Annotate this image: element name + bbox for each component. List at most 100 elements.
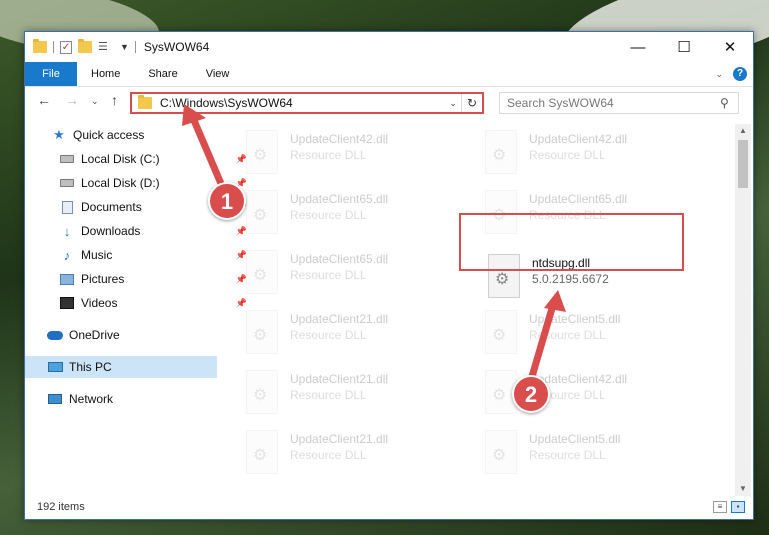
onedrive-icon <box>47 328 63 342</box>
sidebar-item-label: Documents <box>81 200 142 214</box>
list-item[interactable]: ⚙ UpdateClient65.dll Resource DLL <box>246 190 476 244</box>
file-description: Resource DLL <box>290 208 367 222</box>
drive-icon <box>59 152 75 166</box>
file-name: UpdateClient65.dll <box>290 192 389 206</box>
details-view-icon[interactable]: ≡ <box>713 501 727 513</box>
list-item[interactable]: ⚙ UpdateClient5.dll Resource DLL <box>485 310 715 364</box>
tab-home[interactable]: Home <box>77 62 134 86</box>
step-2-callout: 2 <box>512 375 550 413</box>
file-description: Resource DLL <box>290 268 367 282</box>
new-folder-icon[interactable] <box>78 39 92 53</box>
minimize-button[interactable]: — <box>615 32 661 62</box>
forward-arrow-icon[interactable]: → <box>65 92 79 108</box>
properties-check-icon[interactable]: ✓ <box>60 40 72 54</box>
maximize-button[interactable]: ☐ <box>661 32 707 62</box>
highlight-box-ntdsupg <box>459 213 684 271</box>
videos-icon <box>59 296 75 310</box>
help-icon[interactable]: ? <box>733 67 747 81</box>
view-options-icon[interactable]: ☰ <box>98 41 114 53</box>
folder-icon <box>33 39 47 53</box>
separator <box>134 41 136 53</box>
customize-dropdown-icon[interactable]: ▼ <box>120 42 129 52</box>
star-icon: ★ <box>53 127 65 142</box>
scroll-down-icon[interactable]: ▼ <box>735 482 751 496</box>
file-name: UpdateClient21.dll <box>290 372 389 386</box>
sidebar-item-network[interactable]: Network <box>25 388 239 410</box>
separator <box>53 41 54 53</box>
status-bar: 192 items ≡ ▪ <box>25 495 753 519</box>
list-item[interactable]: ⚙ UpdateClient42.dll Resource DLL <box>246 130 476 184</box>
sidebar-item-quick-access[interactable]: ★ Quick access <box>25 124 243 146</box>
sidebar-item-label: Network <box>69 392 114 406</box>
file-name: UpdateClient65.dll <box>529 192 628 206</box>
this-pc-icon <box>47 360 63 374</box>
list-item[interactable]: ⚙ UpdateClient42.dll Resource DLL <box>485 130 715 184</box>
item-count: 192 items <box>37 501 85 513</box>
list-item[interactable]: ⚙ UpdateClient65.dll Resource DLL <box>246 250 476 304</box>
sidebar-item-label: Videos <box>81 296 118 310</box>
refresh-icon[interactable]: ↻ <box>461 94 482 112</box>
sidebar-item-this-pc[interactable]: This PC <box>25 356 217 378</box>
sidebar-item-label: Local Disk (D:) <box>81 176 160 190</box>
sidebar-item-onedrive[interactable]: OneDrive <box>25 324 239 346</box>
expand-ribbon-icon[interactable]: ⌄ <box>715 69 723 80</box>
file-description: Resource DLL <box>290 148 367 162</box>
sidebar-item-music[interactable]: ♪ Music 📌 <box>25 244 251 266</box>
vertical-scrollbar[interactable]: ▲ ▼ <box>735 124 751 496</box>
file-list: ⚙ UpdateClient42.dll Resource DLL ⚙ Updat… <box>230 124 733 496</box>
documents-icon <box>59 200 75 214</box>
file-name: UpdateClient21.dll <box>290 312 389 326</box>
scroll-up-icon[interactable]: ▲ <box>735 124 751 138</box>
search-input[interactable]: Search SysWOW64 ⚲ <box>499 92 739 114</box>
sidebar-item-downloads[interactable]: ↓ Downloads 📌 <box>25 220 251 242</box>
address-row: ← → ⌄ ↑ C:\Windows\SysWOW64 ⌄ ↻ Search S… <box>25 87 753 117</box>
file-name: UpdateClient5.dll <box>529 432 621 446</box>
sidebar-item-local-disk-c[interactable]: Local Disk (C:) 📌 <box>25 148 251 170</box>
address-bar[interactable]: C:\Windows\SysWOW64 ⌄ ↻ <box>130 92 484 114</box>
recent-locations-chevron-icon[interactable]: ⌄ <box>91 96 99 107</box>
ribbon-tabs: File Home Share View ⌄ ? <box>25 62 753 87</box>
tab-view[interactable]: View <box>192 62 244 86</box>
file-name: UpdateClient42.dll <box>529 132 628 146</box>
file-description: Resource DLL <box>290 388 367 402</box>
dll-file-icon: ⚙ <box>246 250 278 294</box>
search-icon[interactable]: ⚲ <box>720 96 738 110</box>
sidebar-item-pictures[interactable]: Pictures 📌 <box>25 268 251 290</box>
pictures-icon <box>59 272 75 286</box>
file-version: 5.0.2195.6672 <box>532 272 609 286</box>
file-description: Resource DLL <box>290 448 367 462</box>
file-name: UpdateClient65.dll <box>290 252 389 266</box>
list-item[interactable]: ⚙ UpdateClient21.dll Resource DLL <box>246 370 476 424</box>
downloads-icon: ↓ <box>63 223 71 239</box>
music-icon: ♪ <box>63 247 71 263</box>
tab-file[interactable]: File <box>25 62 77 86</box>
file-name: UpdateClient21.dll <box>290 432 389 446</box>
address-path[interactable]: C:\Windows\SysWOW64 <box>160 96 445 110</box>
sidebar-item-label: OneDrive <box>69 328 120 342</box>
up-arrow-icon[interactable]: ↑ <box>111 92 118 108</box>
scrollbar-thumb[interactable] <box>738 140 748 188</box>
window-title: SysWOW64 <box>143 40 210 54</box>
file-description: Resource DLL <box>290 328 367 342</box>
dll-file-icon: ⚙ <box>246 430 278 474</box>
list-item[interactable]: ⚙ UpdateClient5.dll Resource DLL <box>485 430 715 484</box>
sidebar-item-label: Downloads <box>81 224 141 238</box>
search-placeholder: Search SysWOW64 <box>507 96 614 110</box>
list-item[interactable]: ⚙ UpdateClient21.dll Resource DLL <box>246 430 476 484</box>
step-1-callout: 1 <box>208 182 246 220</box>
dll-file-icon: ⚙ <box>246 310 278 354</box>
tab-share[interactable]: Share <box>134 62 191 86</box>
address-dropdown-icon[interactable]: ⌄ <box>445 98 461 109</box>
dll-file-icon: ⚙ <box>485 130 517 174</box>
large-icons-view-icon[interactable]: ▪ <box>731 501 745 513</box>
sidebar-item-videos[interactable]: Videos 📌 <box>25 292 251 314</box>
dll-file-icon: ⚙ <box>485 310 517 354</box>
back-arrow-icon[interactable]: ← <box>37 92 51 108</box>
sidebar-item-label: Quick access <box>73 128 145 142</box>
folder-icon <box>138 95 152 109</box>
file-description: Resource DLL <box>529 448 606 462</box>
list-item[interactable]: ⚙ UpdateClient21.dll Resource DLL <box>246 310 476 364</box>
quick-access-toolbar: ✓ ☰ ▼ <box>33 39 136 54</box>
file-name: UpdateClient42.dll <box>290 132 389 146</box>
close-button[interactable]: ✕ <box>707 32 753 62</box>
